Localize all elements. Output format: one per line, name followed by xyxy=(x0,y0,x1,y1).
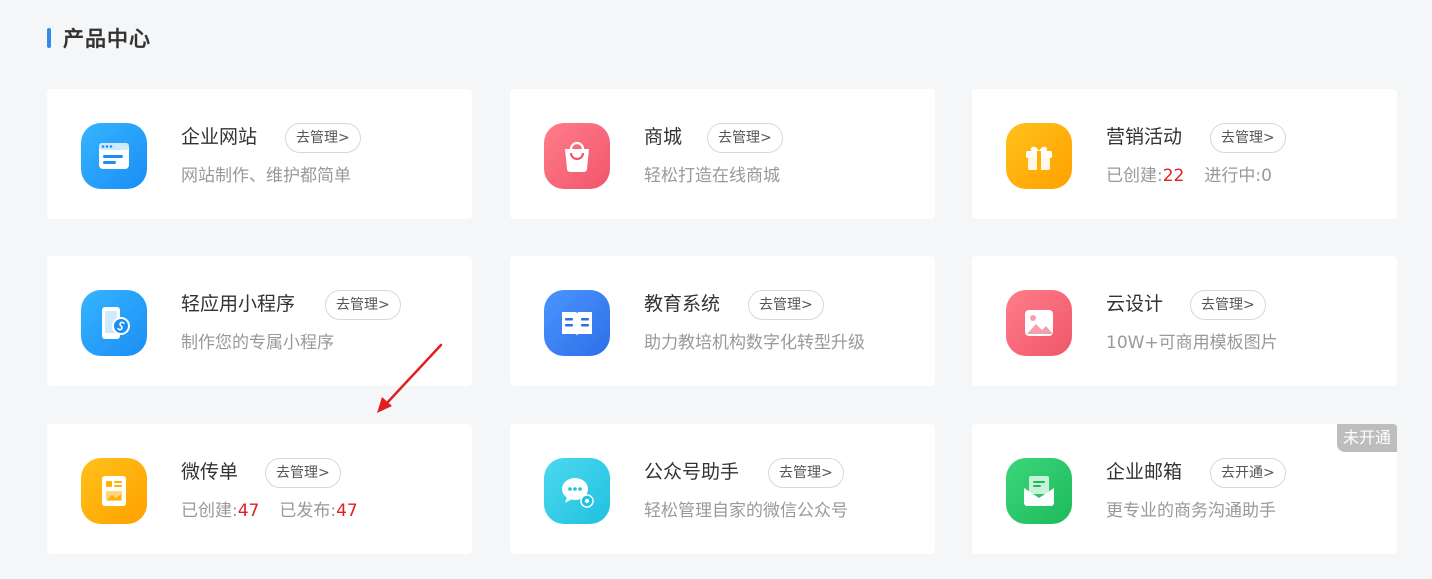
card-enterprise-website[interactable]: 企业网站 去管理> 网站制作、维护都简单 xyxy=(47,89,472,219)
stat-published-label: 已发布: xyxy=(279,501,337,521)
flyer-icon xyxy=(81,458,147,524)
card-mini-program[interactable]: 轻应用小程序 去管理> 制作您的专属小程序 xyxy=(47,256,472,386)
card-mall[interactable]: 商城 去管理> 轻松打造在线商城 xyxy=(510,89,935,219)
manage-button[interactable]: 去管理> xyxy=(265,458,341,488)
status-badge: 未开通 xyxy=(1336,424,1397,452)
stat-created-label: 已创建: xyxy=(1106,166,1163,186)
manage-button[interactable]: 去管理> xyxy=(707,123,783,153)
manage-button[interactable]: 去管理> xyxy=(768,458,844,488)
image-icon xyxy=(1006,290,1072,356)
stat-running-value: 0 xyxy=(1261,166,1272,186)
open-book-icon xyxy=(544,290,610,356)
card-title: 微传单 xyxy=(181,461,239,483)
card-title: 企业网站 xyxy=(181,126,258,148)
manage-button[interactable]: 去管理> xyxy=(325,290,401,320)
manage-button[interactable]: 去管理> xyxy=(1190,290,1266,320)
card-description: 网站制作、维护都简单 xyxy=(181,166,351,186)
card-cloud-design[interactable]: 云设计 去管理> 10W+可商用模板图片 xyxy=(972,256,1397,386)
card-description: 10W+可商用模板图片 xyxy=(1106,333,1278,353)
card-title: 企业邮箱 xyxy=(1106,461,1183,483)
card-title: 商城 xyxy=(644,126,683,148)
shopping-bag-icon xyxy=(544,123,610,189)
activate-button[interactable]: 去开通> xyxy=(1210,458,1286,488)
section-header: 产品中心 xyxy=(47,24,151,52)
stat-created-value: 22 xyxy=(1162,166,1185,186)
card-title: 公众号助手 xyxy=(644,461,740,483)
card-flyer[interactable]: 微传单 去管理> 已创建:47 已发布:47 xyxy=(47,424,472,554)
card-enterprise-mail[interactable]: 企业邮箱 去开通> 更专业的商务沟通助手 未开通 xyxy=(972,424,1397,554)
card-description: 更专业的商务沟通助手 xyxy=(1106,501,1276,521)
card-education[interactable]: 教育系统 去管理> 助力教培机构数字化转型升级 xyxy=(510,256,935,386)
wechat-chat-icon xyxy=(544,458,610,524)
stat-running-label: 进行中: xyxy=(1204,166,1262,186)
card-title: 云设计 xyxy=(1106,293,1164,315)
card-description: 轻松管理自家的微信公众号 xyxy=(644,501,848,521)
card-stats: 已创建:22 进行中:0 xyxy=(1106,163,1272,189)
section-accent-bar xyxy=(47,28,51,48)
manage-button[interactable]: 去管理> xyxy=(748,290,824,320)
browser-window-icon xyxy=(81,123,147,189)
gift-icon xyxy=(1006,123,1072,189)
card-title: 轻应用小程序 xyxy=(181,293,296,315)
stat-created-label: 已创建: xyxy=(181,501,238,521)
stat-published-value: 47 xyxy=(336,501,358,521)
card-official-account[interactable]: 公众号助手 去管理> 轻松管理自家的微信公众号 xyxy=(510,424,935,554)
section-title: 产品中心 xyxy=(63,27,151,51)
manage-button[interactable]: 去管理> xyxy=(1210,123,1286,153)
card-marketing[interactable]: 营销活动 去管理> 已创建:22 进行中:0 xyxy=(972,89,1397,219)
card-title: 营销活动 xyxy=(1106,126,1183,148)
mail-icon xyxy=(1006,458,1072,524)
card-description: 制作您的专属小程序 xyxy=(181,333,334,353)
card-description: 助力教培机构数字化转型升级 xyxy=(644,333,865,353)
manage-button[interactable]: 去管理> xyxy=(285,123,361,153)
card-title: 教育系统 xyxy=(644,293,721,315)
mini-program-icon xyxy=(81,290,147,356)
stat-created-value: 47 xyxy=(237,501,260,521)
card-stats: 已创建:47 已发布:47 xyxy=(181,498,358,524)
card-description: 轻松打造在线商城 xyxy=(644,166,780,186)
